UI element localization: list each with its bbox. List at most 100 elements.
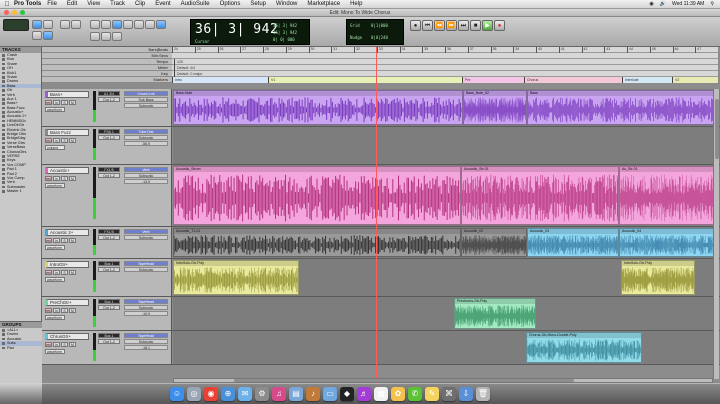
track-output-selector[interactable]: Out 1-2 <box>98 97 120 102</box>
solo-button[interactable]: S <box>61 100 68 105</box>
track-input-selector[interactable]: Bus 1 <box>98 333 120 338</box>
rewind-button[interactable]: ⏪ <box>434 20 445 31</box>
audio-clip[interactable]: Acoustic_02 <box>461 228 527 257</box>
track-playlist-lane[interactable]: Prechorus-Gtr-Poly <box>173 297 720 330</box>
selector-tool[interactable] <box>112 20 122 29</box>
insert-slot[interactable]: Verb <box>124 229 168 234</box>
menu-setup[interactable]: Setup <box>250 1 266 7</box>
track-playlist-lane[interactable]: Acoustic_T1-01 Acoustic_02 Acoustic_03 Acou… <box>173 227 720 258</box>
menu-options[interactable]: Options <box>220 1 241 7</box>
menu-window[interactable]: Window <box>276 1 297 7</box>
mute-button[interactable]: M <box>69 270 76 275</box>
play-button[interactable]: ▶ <box>482 20 493 31</box>
marker-interlude[interactable]: Interlude <box>622 77 672 83</box>
record-enable-button[interactable]: rec <box>45 342 52 347</box>
utilities-icon[interactable]: ⌘ <box>442 387 456 401</box>
messages-icon[interactable]: ✆ <box>408 387 422 401</box>
close-window-button[interactable] <box>4 10 9 15</box>
grid-nudge-display[interactable]: Grid 0|1|000 Nudge 0|0|240 <box>346 19 404 45</box>
input-monitor-button[interactable]: in <box>53 138 60 143</box>
input-monitor-button[interactable]: in <box>53 238 60 243</box>
marker-pre[interactable]: Pre <box>462 77 524 83</box>
audio-clip[interactable]: Chorus-Gtr-Mono-Double-Poly <box>526 332 642 363</box>
track-playlist-lane[interactable]: Chorus-Gtr-Mono-Double-Poly <box>173 331 720 364</box>
insert-slot[interactable]: Tube Dist <box>124 129 168 134</box>
vertical-scroll-thumb[interactable] <box>715 99 719 159</box>
scrubber-tool[interactable] <box>134 20 144 29</box>
insert-slot[interactable]: TapeHead <box>124 299 168 304</box>
marker-v2[interactable]: V2 <box>672 77 718 83</box>
audio-clip[interactable]: Bass <box>527 90 719 125</box>
track-list-item[interactable]: Master 1 <box>0 189 41 193</box>
fast-forward-button[interactable]: ⏩ <box>446 20 457 31</box>
system-prefs-icon[interactable]: ⚙ <box>255 387 269 401</box>
menu-marketplace[interactable]: Marketplace <box>307 1 340 7</box>
mute-button[interactable]: M <box>69 176 76 181</box>
calendar-icon[interactable]: ▦ <box>374 387 388 401</box>
track-name-field[interactable]: ChrusGtr+ <box>45 333 89 340</box>
zoom-in-button[interactable] <box>71 20 81 29</box>
track-view-selector[interactable]: waveform <box>45 277 65 282</box>
solo-button[interactable]: S <box>61 238 68 243</box>
track-input-selector[interactable]: Bus 1 <box>98 299 120 304</box>
track-playlist-lane[interactable]: Acoustic_Strum Acoustic_Str-01 Ac_Str-01 <box>173 165 720 226</box>
grabber-tool[interactable] <box>123 20 133 29</box>
insert-slot[interactable]: -18.1 <box>124 345 168 350</box>
guitar-icon[interactable]: ♪ <box>306 387 320 401</box>
menu-file[interactable]: File <box>47 1 57 7</box>
track-playlist-lane[interactable] <box>173 127 720 164</box>
track-view-selector[interactable]: waveform <box>45 245 65 250</box>
length-value[interactable]: 0| 0| 000 <box>273 37 295 42</box>
photos-icon[interactable]: ✿ <box>391 387 405 401</box>
audio-clip[interactable]: Bass_Note_02 <box>463 90 527 125</box>
return-to-zero-button[interactable]: ⏮ <box>422 20 433 31</box>
horizontal-scroll-thumb[interactable] <box>234 379 574 382</box>
app-menu[interactable]: Pro Tools <box>14 1 41 7</box>
group-list-item[interactable]: Pad <box>0 346 42 350</box>
track-view-selector[interactable]: waveform <box>45 107 65 112</box>
solo-button[interactable]: S <box>61 138 68 143</box>
minimize-window-button[interactable] <box>12 10 17 15</box>
audio-clip[interactable]: Acoustic_T1-01 <box>173 228 461 257</box>
launchpad-icon[interactable]: ◎ <box>187 387 201 401</box>
track-output-selector[interactable]: Out 1-2 <box>98 339 120 344</box>
edit-mode-display[interactable] <box>3 19 29 31</box>
solo-button[interactable]: S <box>61 342 68 347</box>
apple-icon[interactable]:  <box>0 1 14 8</box>
itunes-icon[interactable]: ♫ <box>272 387 286 401</box>
preview-icon[interactable]: ▤ <box>289 387 303 401</box>
menu-edit[interactable]: Edit <box>67 1 77 7</box>
record-enable-button[interactable]: rec <box>45 308 52 313</box>
track-playlist-lane[interactable]: Bass-Note Bass_Note_02 Bass <box>173 89 720 126</box>
marker-intro[interactable]: Intro <box>172 77 268 83</box>
audio-clip[interactable]: IntroSolo-Gtr-Poly <box>173 260 299 295</box>
insert-slot[interactable]: Subsonic <box>124 235 168 240</box>
audio-clip[interactable]: Prechorus-Gtr-Poly <box>454 298 536 329</box>
solo-button[interactable]: S <box>61 270 68 275</box>
input-monitor-button[interactable]: in <box>53 176 60 181</box>
menu-clock[interactable]: Wed 11:39 AM <box>672 1 704 7</box>
grid-value[interactable]: 0|1|000 <box>371 23 388 28</box>
record-enable-button[interactable]: rec <box>45 176 52 181</box>
mute-button[interactable]: M <box>69 342 76 347</box>
mail-icon[interactable]: ✉ <box>238 387 252 401</box>
end-value[interactable]: 36| 3| 942 <box>273 30 297 35</box>
insert-slot[interactable]: Crowd Lmt <box>124 91 168 96</box>
audio-clip[interactable]: Ac_Str-01 <box>619 166 719 225</box>
vertical-scrollbar[interactable] <box>713 89 719 379</box>
zoom-out-button[interactable] <box>60 20 70 29</box>
trash-icon[interactable]: 🗑 <box>476 387 490 401</box>
spot-mode-button[interactable] <box>32 31 42 40</box>
track-view-selector[interactable]: waveform <box>45 183 65 188</box>
marker-v1[interactable]: V1 <box>268 77 462 83</box>
online-button[interactable]: ● <box>410 20 421 31</box>
track-output-selector[interactable]: Out 1-2 <box>98 135 120 140</box>
menu-help[interactable]: Help <box>350 1 362 7</box>
chrome-icon[interactable]: ◉ <box>204 387 218 401</box>
start-value[interactable]: 36| 3| 942 <box>273 23 297 28</box>
record-enable-button[interactable]: rec <box>45 100 52 105</box>
insert-slot[interactable]: -13.9 <box>124 179 168 184</box>
menu-clip[interactable]: Clip <box>135 1 145 7</box>
track-name-field[interactable]: Acoustic 2+ <box>45 229 89 236</box>
finder-icon[interactable]: ☺ <box>170 387 184 401</box>
